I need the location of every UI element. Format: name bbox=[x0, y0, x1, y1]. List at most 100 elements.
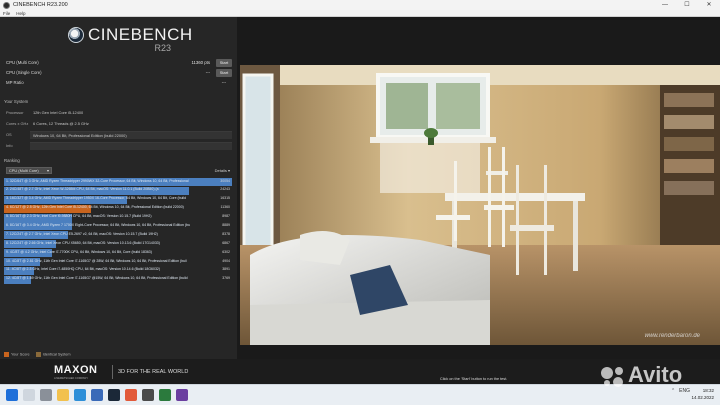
ranking-score: 6867 bbox=[222, 240, 230, 245]
window-title: CINEBENCH R23.200 bbox=[13, 2, 68, 8]
ranking-score: 24243 bbox=[220, 187, 230, 192]
app-icon[interactable] bbox=[176, 389, 188, 401]
ranking-text: 10. 4C/8T @ 2.81 GHz, 11th Gen Intel Cor… bbox=[6, 258, 187, 263]
score-label: MP Ratio bbox=[6, 80, 24, 85]
start-multi-core-button[interactable]: Start bbox=[216, 59, 232, 67]
minimize-button[interactable]: — bbox=[654, 0, 676, 10]
room-scene-illustration bbox=[240, 65, 720, 345]
ranking-row[interactable]: 11. 4C/8T @ 2.3 GHz, Intel Core i7-4850H… bbox=[4, 266, 232, 275]
cinebench-window: CINEBENCH R23.200 — ☐ ✕ File Help CINEBE… bbox=[0, 0, 720, 405]
file-explorer-icon[interactable] bbox=[57, 389, 69, 401]
score-label: CPU (Multi Core) bbox=[6, 60, 39, 65]
ranking-text: 8. 12C/24T @ 2.66 GHz, Intel Xeon CPU X5… bbox=[6, 240, 160, 245]
left-panel: CINEBENCH R23 CPU (Multi Core) 11360 pts… bbox=[0, 17, 237, 384]
cinema4d-sphere-icon bbox=[68, 27, 84, 43]
title-bar: CINEBENCH R23.200 — ☐ ✕ bbox=[0, 0, 720, 10]
close-button[interactable]: ✕ bbox=[698, 0, 720, 10]
ranking-row[interactable]: 9. 4C/8T @ 4.2 GHz, Intel Core i7-7700K … bbox=[4, 249, 232, 258]
maximize-button[interactable]: ☐ bbox=[676, 0, 698, 10]
ranking-row[interactable]: 8. 12C/24T @ 2.66 GHz, Intel Xeon CPU X5… bbox=[4, 240, 232, 249]
cinebench-logo: CINEBENCH R23 bbox=[68, 25, 192, 57]
system-row-os: OS Windows 10, 64 Bit, Professional Edit… bbox=[4, 131, 232, 139]
ranking-score: 30054 bbox=[220, 178, 230, 183]
system-row-processor: Processor 12th Gen Intel Core i5-12400 bbox=[4, 109, 232, 117]
steam-icon[interactable] bbox=[108, 389, 120, 401]
ranking-toolbar: CPU (Multi Core) ▾ Details ▾ bbox=[4, 167, 232, 175]
footer-tagline: 3D FOR THE REAL WORLD bbox=[118, 369, 189, 375]
ranking-text: 6. 8C/16T @ 3.4 GHz, AMD Ryzen 7 1700X E… bbox=[6, 222, 191, 227]
maxon-subtitle: A NEMETSCHEK COMPANY bbox=[54, 377, 88, 380]
legend-label: Your Score bbox=[11, 352, 30, 357]
score-row-mp-ratio: MP Ratio --- bbox=[4, 79, 232, 87]
ranking-row[interactable]: 10. 4C/8T @ 2.81 GHz, 11th Gen Intel Cor… bbox=[4, 258, 232, 267]
menu-help[interactable]: Help bbox=[16, 10, 25, 16]
ranking-row[interactable]: 6. 8C/16T @ 3.4 GHz, AMD Ryzen 7 1700X E… bbox=[4, 222, 232, 231]
cinebench-taskbar-icon[interactable] bbox=[142, 389, 154, 401]
windows-start-icon[interactable] bbox=[6, 389, 18, 401]
ranking-text: 7. 12C/24T @ 2.7 GHz, Intel Xeon CPU E5-… bbox=[6, 231, 158, 236]
ranking-text: 9. 4C/8T @ 4.2 GHz, Intel Core i7-7700K … bbox=[6, 249, 152, 254]
info-input[interactable] bbox=[30, 142, 232, 150]
score-value: --- bbox=[221, 80, 226, 85]
render-watermark: www.renderbaron.de bbox=[644, 333, 700, 339]
legend-item-identical-system: Identical System bbox=[35, 352, 71, 357]
edge-icon[interactable] bbox=[74, 389, 86, 401]
maxon-logo: MAXON bbox=[54, 364, 98, 376]
ranking-row[interactable]: 1. 32C/64T @ 3 GHz, AMD Ryzen Threadripp… bbox=[4, 178, 232, 186]
start-single-core-button[interactable]: Start bbox=[216, 69, 232, 77]
your-system-heading: Your System bbox=[4, 99, 29, 104]
details-toggle[interactable]: Details ▾ bbox=[215, 167, 230, 174]
ranking-score: 8987 bbox=[222, 214, 230, 219]
ranking-row[interactable]: 7. 12C/24T @ 2.7 GHz, Intel Xeon CPU E5-… bbox=[4, 231, 232, 240]
cinebench-app-icon bbox=[3, 1, 10, 9]
avito-logo-icon bbox=[601, 367, 623, 387]
menu-bar: File Help bbox=[0, 10, 720, 17]
logo-version: R23 bbox=[154, 43, 171, 53]
dropdown-value: CPU (Multi Core) bbox=[9, 168, 39, 173]
ranking-row[interactable]: 12. 4C/8T @ 1.69 GHz, 11th Gen Intel Cor… bbox=[4, 275, 232, 284]
window-controls: — ☐ ✕ bbox=[654, 0, 720, 10]
ranking-text: 12. 4C/8T @ 1.69 GHz, 11th Gen Intel Cor… bbox=[6, 276, 188, 281]
ranking-score: 6302 bbox=[222, 249, 230, 254]
score-value: --- bbox=[205, 70, 210, 75]
ranking-text: 4. 6C/12T @ 2.5 GHz, 12th Gen Intel Core… bbox=[6, 205, 184, 210]
legend-swatch bbox=[4, 352, 9, 357]
ranking-score: 8378 bbox=[222, 231, 230, 236]
score-label: CPU (Single Core) bbox=[6, 70, 42, 75]
app-icon[interactable] bbox=[159, 389, 171, 401]
ranking-type-dropdown[interactable]: CPU (Multi Core) ▾ bbox=[6, 167, 52, 174]
legend-item-your-score: Your Score bbox=[4, 352, 30, 357]
rendered-room-image: www.renderbaron.de bbox=[240, 65, 720, 345]
ranking-score: 3769 bbox=[222, 276, 230, 281]
ranking-text: 1. 32C/64T @ 3 GHz, AMD Ryzen Threadripp… bbox=[6, 178, 189, 183]
footer-divider bbox=[112, 365, 113, 379]
start-hint: Click on the 'Start' button to run the t… bbox=[440, 377, 508, 381]
ranking-row[interactable]: 4. 6C/12T @ 2.5 GHz, 12th Gen Intel Core… bbox=[4, 204, 232, 213]
ranking-score: 8889 bbox=[222, 222, 230, 227]
ranking-text: 5. 8C/16T @ 2.3 GHz, Intel Core i9-9880H… bbox=[6, 214, 152, 219]
system-row-cores: Cores x GHz 6 Cores, 12 Threads @ 2.5 GH… bbox=[4, 120, 232, 128]
ranking-score: 4904 bbox=[222, 258, 230, 263]
task-view-icon[interactable] bbox=[40, 389, 52, 401]
ranking-row[interactable]: 3. 16C/32T @ 3.4 GHz, AMD Ryzen Threadri… bbox=[4, 195, 232, 204]
system-value: 12th Gen Intel Core i5-12400 bbox=[33, 110, 84, 115]
store-icon[interactable] bbox=[91, 389, 103, 401]
ranking-row[interactable]: 2. 24C/48T @ 2.7 GHz, Intel Xeon W-3265M… bbox=[4, 186, 232, 195]
ranking-heading: Ranking bbox=[4, 158, 20, 163]
logo-name: CINEBENCH bbox=[88, 25, 193, 44]
details-label: Details bbox=[214, 168, 227, 173]
ranking-legend: Your Score Identical System bbox=[4, 352, 71, 357]
system-key: OS bbox=[6, 132, 12, 137]
system-value: 6 Cores, 12 Threads @ 2.5 GHz bbox=[33, 121, 89, 126]
app-icon[interactable] bbox=[125, 389, 137, 401]
system-key: Cores x GHz bbox=[6, 121, 29, 126]
score-row-single-core: CPU (Single Core) --- Start bbox=[4, 69, 232, 77]
legend-label: Identical System bbox=[42, 352, 71, 357]
chevron-down-icon: ▾ bbox=[227, 168, 230, 173]
ranking-row[interactable]: 5. 8C/16T @ 2.3 GHz, Intel Core i9-9880H… bbox=[4, 213, 232, 222]
search-icon[interactable] bbox=[23, 389, 35, 401]
ranking-text: 2. 24C/48T @ 2.7 GHz, Intel Xeon W-3265M… bbox=[6, 187, 159, 192]
render-view: www.renderbaron.de bbox=[237, 17, 720, 384]
ranking-score: 11360 bbox=[220, 205, 230, 210]
menu-file[interactable]: File bbox=[3, 10, 10, 16]
